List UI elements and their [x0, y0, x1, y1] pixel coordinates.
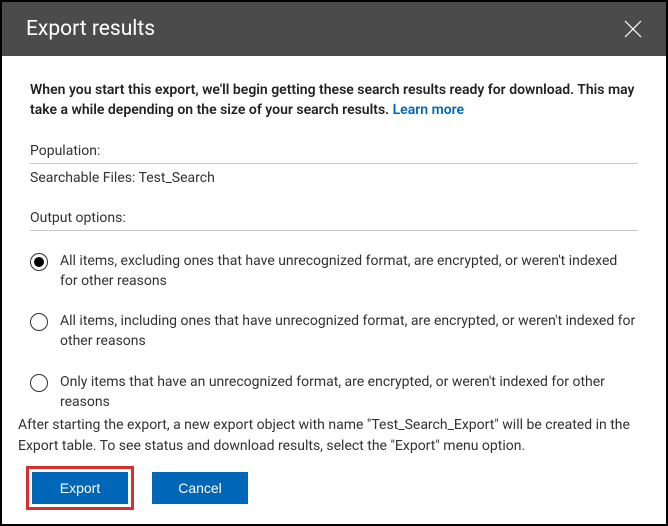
population-label: Population:: [30, 143, 638, 164]
radio-option-excluding[interactable]: All items, excluding ones that have unre…: [30, 241, 638, 302]
output-options-group: All items, excluding ones that have unre…: [30, 241, 638, 423]
radio-option-only-unrecognized[interactable]: Only items that have an unrecognized for…: [30, 362, 638, 423]
radio-icon[interactable]: [30, 313, 48, 331]
export-button[interactable]: Export: [32, 472, 128, 504]
intro-copy: When you start this export, we'll begin …: [30, 82, 635, 118]
searchable-files-row: Searchable Files: Test_Search: [30, 164, 638, 188]
dialog-title: Export results: [26, 17, 155, 41]
radio-label: All items, excluding ones that have unre…: [60, 251, 638, 292]
dialog-titlebar: Export results: [2, 2, 666, 56]
output-options-label: Output options:: [30, 210, 638, 231]
radio-label: All items, including ones that have unre…: [60, 311, 638, 352]
dialog-body: When you start this export, we'll begin …: [2, 56, 666, 422]
learn-more-link[interactable]: Learn more: [393, 102, 464, 118]
export-button-highlight: Export: [26, 466, 134, 510]
radio-icon[interactable]: [30, 374, 48, 392]
export-results-dialog: Export results When you start this expor…: [0, 0, 668, 526]
radio-icon[interactable]: [30, 253, 48, 271]
intro-text: When you start this export, we'll begin …: [30, 80, 638, 121]
radio-option-including[interactable]: All items, including ones that have unre…: [30, 301, 638, 362]
cancel-button[interactable]: Cancel: [152, 472, 248, 504]
dialog-actions: Export Cancel: [26, 466, 248, 510]
radio-label: Only items that have an unrecognized for…: [60, 372, 638, 413]
footnote-text: After starting the export, a new export …: [18, 415, 644, 456]
close-icon[interactable]: [624, 20, 642, 38]
